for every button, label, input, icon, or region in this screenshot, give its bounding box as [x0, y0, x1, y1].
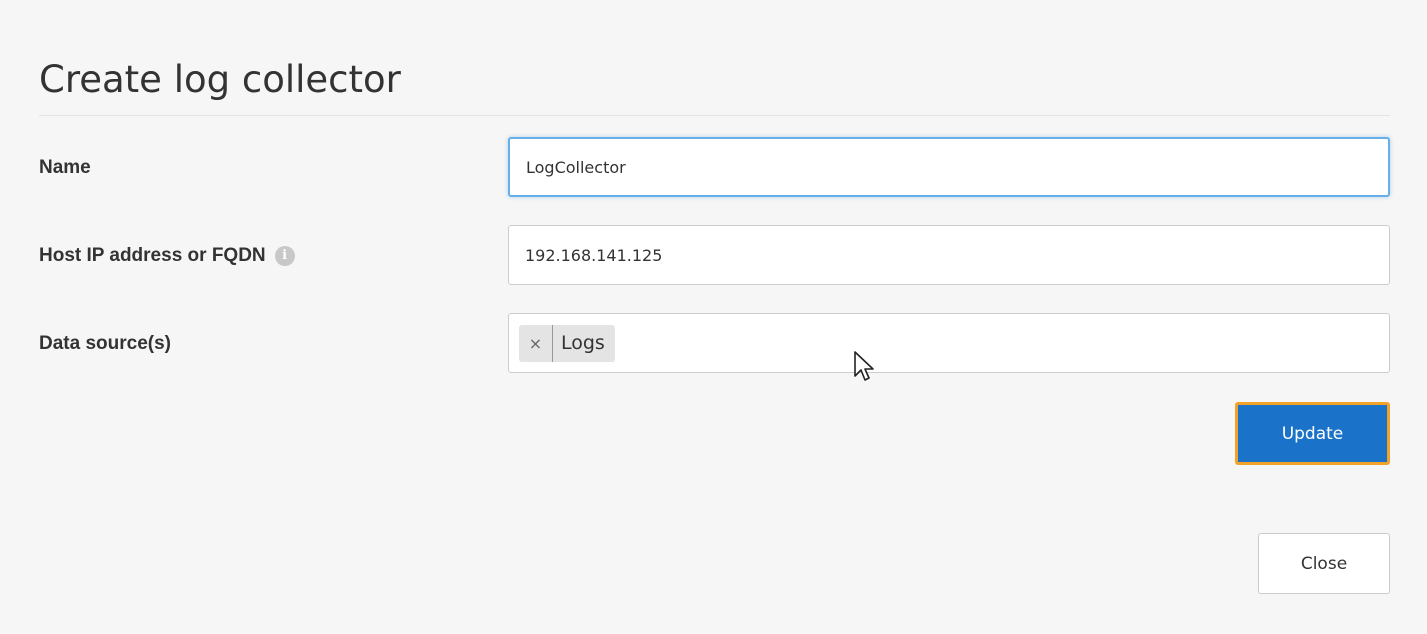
host-row: Host IP address or FQDN i 192.168.141.12… [39, 225, 1390, 287]
dialog-title: Create log collector [39, 58, 401, 101]
host-input[interactable]: 192.168.141.125 [508, 225, 1390, 285]
data-sources-label-text: Data source(s) [39, 333, 171, 354]
name-label: Name [39, 157, 91, 179]
data-sources-label: Data source(s) [39, 333, 171, 355]
info-icon[interactable]: i [274, 246, 295, 266]
title-divider [39, 115, 1390, 116]
host-label-text: Host IP address or FQDN [39, 245, 266, 266]
name-input[interactable]: LogCollector [508, 137, 1390, 197]
data-source-tag: × Logs [519, 324, 615, 362]
update-button[interactable]: Update [1235, 402, 1390, 465]
tag-label: Logs [561, 332, 605, 354]
create-log-collector-dialog: Create log collector Name LogCollector H… [0, 0, 1427, 634]
mouse-pointer-icon [854, 351, 874, 381]
name-row: Name LogCollector [39, 137, 1390, 199]
data-sources-row: Data source(s) × Logs [39, 313, 1390, 375]
host-label: Host IP address or FQDN i [39, 245, 295, 267]
name-label-text: Name [39, 157, 91, 178]
data-sources-select[interactable]: × Logs [508, 313, 1390, 373]
host-input-value: 192.168.141.125 [525, 245, 663, 265]
name-input-value: LogCollector [526, 157, 626, 177]
tag-remove-icon[interactable]: × [519, 324, 553, 362]
close-button[interactable]: Close [1258, 533, 1390, 594]
